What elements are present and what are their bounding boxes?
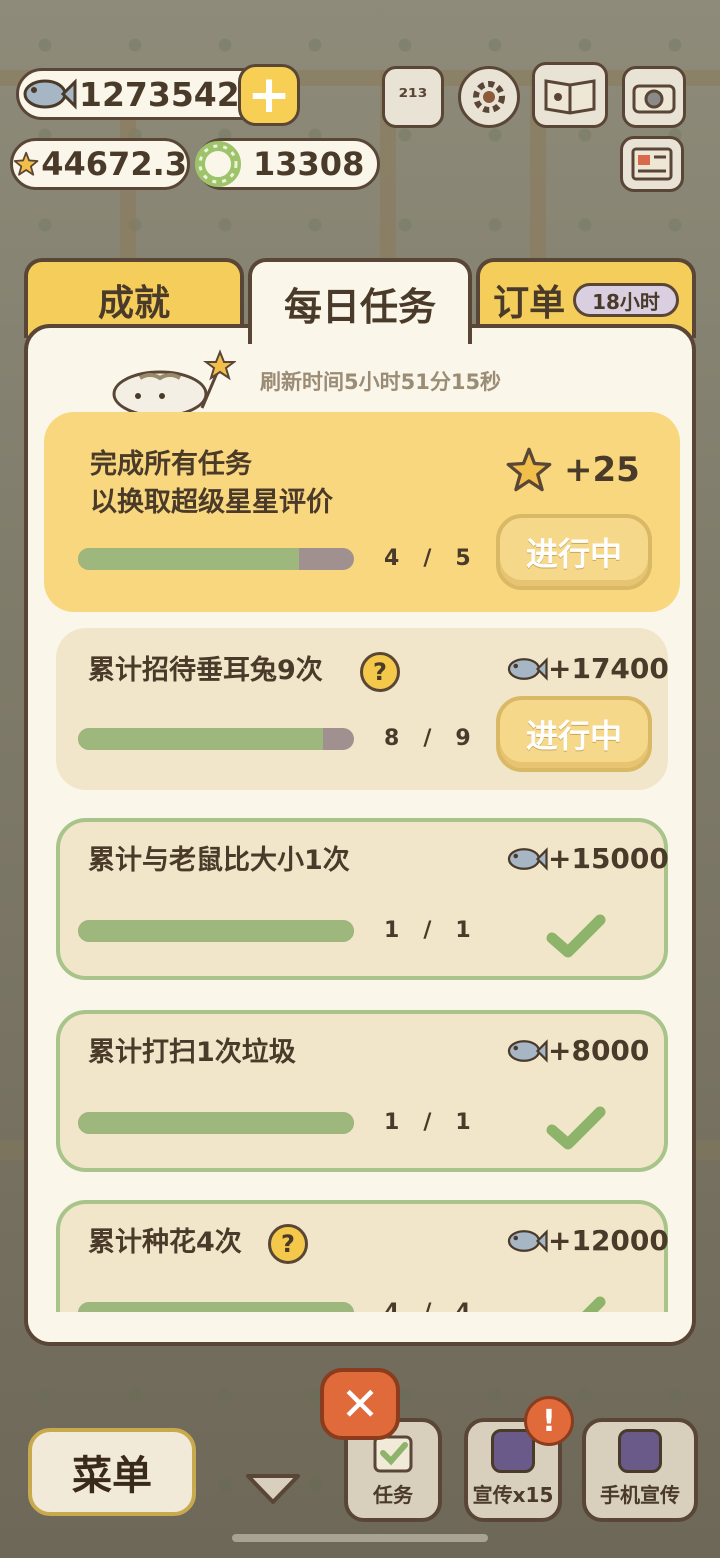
task-title: 累计与老鼠比大小1次 [88, 845, 350, 876]
fish-icon [507, 846, 548, 871]
task-reward: +15000 [506, 842, 669, 875]
special-task-progress-bar [78, 548, 354, 570]
phone-promo-icon [618, 1429, 662, 1473]
task-count: 1 / 1 [384, 1110, 473, 1135]
task-title: 累计种花4次 [88, 1227, 242, 1258]
star-currency: 44672.3 [10, 138, 190, 190]
fish-icon [507, 1228, 548, 1253]
checkmark-icon [546, 1106, 606, 1150]
cat-mascot-icon [112, 349, 236, 418]
checkmark-icon [546, 914, 606, 958]
special-task-title-line2: 以换取超级星星评价 [90, 487, 333, 518]
help-icon[interactable]: ? [268, 1224, 308, 1264]
panel-bottom-edge [28, 1312, 692, 1342]
menu-button[interactable]: 菜单 [28, 1428, 196, 1516]
tab-daily-tasks-label: 每日任务 [283, 284, 436, 329]
star-count: 44672.3 [41, 145, 187, 183]
close-icon: ✕ [340, 1377, 380, 1431]
newspaper-button[interactable] [620, 136, 684, 192]
task-count: 8 / 9 [384, 726, 473, 751]
star-icon [506, 447, 552, 492]
task-card: 累计与老鼠比大小1次 +15000 1 / 1 [56, 818, 669, 980]
home-indicator [232, 1534, 488, 1542]
fish-icon [23, 78, 77, 110]
close-button[interactable]: ✕ [320, 1368, 400, 1440]
plus-icon: + [247, 65, 291, 125]
album-button[interactable] [532, 62, 608, 128]
daily-tasks-panel: 刷新时间5小时51分15秒 完成所有任务 以换取超级星星评价 +25 4 / 5… [24, 324, 696, 1346]
add-fish-button[interactable]: + [238, 64, 300, 126]
ring-count: 13308 [253, 145, 365, 183]
fish-icon [507, 1038, 548, 1063]
task-reward: +17400 [506, 652, 669, 685]
chevron-down-icon[interactable] [244, 1470, 302, 1506]
special-task-reward: +25 [504, 446, 640, 494]
alert-badge: ! [524, 1396, 574, 1446]
fish-icon [507, 656, 548, 681]
task-title: 累计招待垂耳兔9次 [88, 655, 323, 686]
camera-button[interactable] [622, 66, 686, 128]
newspaper-icon [631, 147, 673, 181]
task-reward: +8000 [506, 1034, 649, 1067]
phone-promote-nav-button[interactable]: 手机宣传 [582, 1418, 698, 1522]
task-count: 1 / 1 [384, 918, 473, 943]
task-reward: +12000 [506, 1224, 669, 1257]
camera-icon [632, 84, 676, 114]
orders-timer-badge: 18小时 [573, 283, 679, 317]
star-icon [13, 151, 39, 176]
help-icon[interactable]: ? [360, 652, 400, 692]
task-title: 累计打扫1次垃圾 [88, 1037, 296, 1068]
special-task-reward-value: +25 [564, 450, 640, 490]
ranking-button[interactable]: ²¹³ [382, 66, 444, 128]
ring-currency: 13308 [195, 138, 380, 190]
special-task-count: 4 / 5 [384, 546, 473, 571]
book-icon [544, 79, 596, 115]
task-progress-bar [78, 728, 354, 750]
fish-count: 12735428 [79, 74, 263, 114]
special-task-title-line1: 完成所有任务 [90, 449, 252, 480]
tab-orders-label: 订单 [493, 283, 566, 324]
gear-icon [473, 81, 505, 113]
tab-daily-tasks[interactable]: 每日任务 [248, 258, 472, 344]
ring-icon [195, 141, 241, 187]
complete-all-task-card: 完成所有任务 以换取超级星星评价 +25 4 / 5 进行中 [44, 412, 680, 612]
task-progress-bar [78, 920, 354, 942]
tab-achievements-label: 成就 [97, 283, 170, 324]
task-progress-bar [78, 1112, 354, 1134]
ranking-icon: ²¹³ [398, 84, 428, 110]
task-card: 累计招待垂耳兔9次 ? +17400 8 / 9 进行中 [56, 628, 669, 790]
settings-button[interactable] [458, 66, 520, 128]
refresh-timer: 刷新时间5小时51分15秒 [260, 370, 502, 394]
in-progress-button[interactable]: 进行中 [496, 696, 652, 772]
task-card: 累计打扫1次垃圾 +8000 1 / 1 [56, 1010, 668, 1172]
in-progress-button[interactable]: 进行中 [496, 514, 652, 590]
